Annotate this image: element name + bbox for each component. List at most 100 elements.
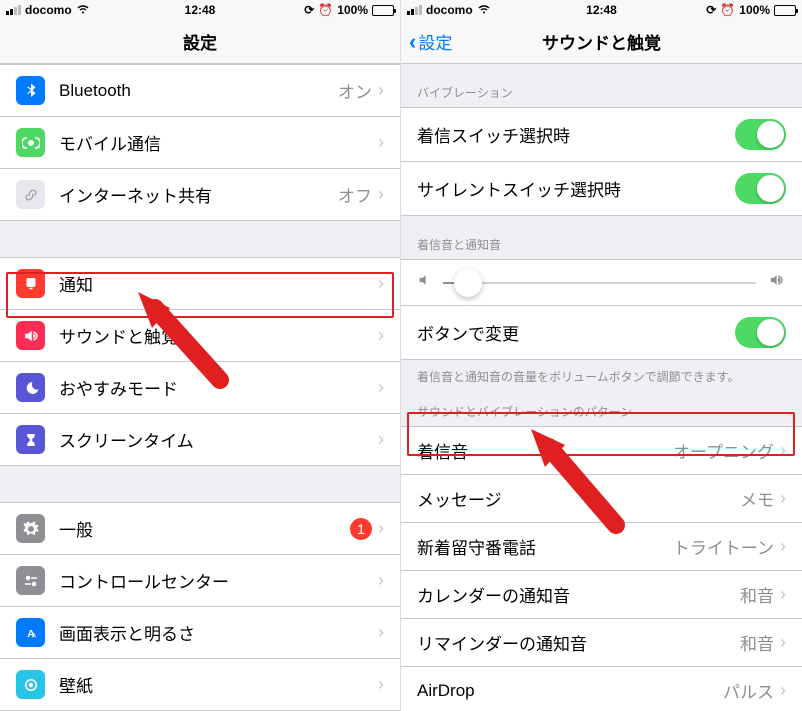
cell-label: モバイル通信 bbox=[59, 130, 378, 155]
row-calendar[interactable]: カレンダーの通知音 和音 › bbox=[401, 571, 802, 619]
cell-label: Bluetooth bbox=[59, 81, 338, 101]
battery-icon bbox=[774, 5, 796, 16]
chevron-right-icon: › bbox=[378, 570, 384, 591]
time-label: 12:48 bbox=[185, 3, 216, 17]
chevron-right-icon: › bbox=[378, 518, 384, 539]
chevron-right-icon: › bbox=[780, 680, 786, 701]
chevron-right-icon: › bbox=[780, 440, 786, 461]
cell-label: カレンダーの通知音 bbox=[417, 582, 740, 607]
sounds-screen: docomo 12:48 ⟳ ⏰ 100% ‹ 設定 サウンドと触覚 バイブレー… bbox=[401, 0, 802, 711]
antenna-icon bbox=[16, 128, 45, 157]
wifi-icon bbox=[76, 3, 90, 17]
back-label: 設定 bbox=[418, 29, 452, 54]
cell-value: トライトーン bbox=[673, 534, 774, 559]
row-dnd[interactable]: おやすみモード › bbox=[0, 362, 400, 414]
sound-icon bbox=[16, 321, 45, 350]
back-button[interactable]: ‹ 設定 bbox=[409, 29, 452, 55]
section-volume: 着信音と通知音 bbox=[401, 216, 802, 259]
cell-label: 新着留守番電話 bbox=[417, 534, 673, 559]
row-message[interactable]: メッセージ メモ › bbox=[401, 475, 802, 523]
gear-icon bbox=[16, 514, 45, 543]
cell-label: コントロールセンター bbox=[59, 568, 378, 593]
chevron-right-icon: › bbox=[780, 536, 786, 557]
nav-bar: ‹ 設定 サウンドと触覚 bbox=[401, 20, 802, 64]
moon-icon bbox=[16, 373, 45, 402]
toggle-button-volume[interactable] bbox=[735, 317, 786, 348]
cell-value: 和音 bbox=[740, 582, 774, 607]
volume-slider-row bbox=[401, 259, 802, 306]
chevron-right-icon: › bbox=[378, 325, 384, 346]
volume-slider[interactable] bbox=[443, 282, 756, 284]
row-general[interactable]: 一般 1 › bbox=[0, 502, 400, 555]
cell-label: メッセージ bbox=[417, 486, 740, 511]
cell-label: インターネット共有 bbox=[59, 182, 338, 207]
row-screentime[interactable]: スクリーンタイム › bbox=[0, 414, 400, 466]
status-bar: docomo 12:48 ⟳ ⏰ 100% bbox=[0, 0, 400, 20]
cell-value: 和音 bbox=[740, 630, 774, 655]
rotation-lock-icon: ⟳ bbox=[304, 3, 314, 17]
chevron-right-icon: › bbox=[378, 429, 384, 450]
alarm-icon: ⏰ bbox=[318, 3, 333, 17]
battery-icon bbox=[372, 5, 394, 16]
cell-label: スクリーンタイム bbox=[59, 427, 378, 452]
cell-label: 着信音 bbox=[417, 438, 673, 463]
row-sounds[interactable]: サウンドと触覚 › bbox=[0, 310, 400, 362]
hourglass-icon bbox=[16, 425, 45, 454]
toggle-silent-vibrate[interactable] bbox=[735, 173, 786, 204]
chevron-right-icon: › bbox=[378, 273, 384, 294]
nav-bar: 設定 bbox=[0, 20, 400, 64]
chevron-left-icon: ‹ bbox=[409, 29, 416, 55]
cell-value: オン bbox=[338, 78, 372, 103]
row-voicemail[interactable]: 新着留守番電話 トライトーン › bbox=[401, 523, 802, 571]
row-reminders[interactable]: リマインダーの通知音 和音 › bbox=[401, 619, 802, 667]
cell-label: 着信スイッチ選択時 bbox=[417, 122, 735, 147]
battery-percent: 100% bbox=[739, 3, 770, 17]
carrier-label: docomo bbox=[25, 3, 72, 17]
row-control-center[interactable]: コントロールセンター › bbox=[0, 555, 400, 607]
notifications-icon bbox=[16, 269, 45, 298]
slider-thumb[interactable] bbox=[454, 269, 482, 297]
battery-percent: 100% bbox=[337, 3, 368, 17]
badge: 1 bbox=[350, 518, 372, 540]
row-wallpaper[interactable]: 壁紙 › bbox=[0, 659, 400, 711]
row-bluetooth[interactable]: Bluetooth オン › bbox=[0, 64, 400, 117]
cell-label: 一般 bbox=[59, 516, 350, 541]
link-icon bbox=[16, 180, 45, 209]
cell-value: メモ bbox=[740, 486, 774, 511]
cell-label: 通知 bbox=[59, 271, 378, 296]
bluetooth-icon bbox=[16, 76, 45, 105]
toggle-ring-vibrate[interactable] bbox=[735, 119, 786, 150]
chevron-right-icon: › bbox=[378, 132, 384, 153]
rotation-lock-icon: ⟳ bbox=[706, 3, 716, 17]
row-cellular[interactable]: モバイル通信 › bbox=[0, 117, 400, 169]
svg-text:A: A bbox=[31, 632, 36, 639]
row-hotspot[interactable]: インターネット共有 オフ › bbox=[0, 169, 400, 221]
chevron-right-icon: › bbox=[780, 488, 786, 509]
wallpaper-icon bbox=[16, 670, 45, 699]
alarm-icon: ⏰ bbox=[720, 3, 735, 17]
chevron-right-icon: › bbox=[378, 622, 384, 643]
row-ring-switch[interactable]: 着信スイッチ選択時 bbox=[401, 107, 802, 162]
cell-value: パルス bbox=[723, 678, 774, 703]
section-patterns: サウンドとバイブレーションのパターン bbox=[401, 393, 802, 426]
cell-label: リマインダーの通知音 bbox=[417, 630, 740, 655]
chevron-right-icon: › bbox=[780, 632, 786, 653]
cell-label: サウンドと触覚 bbox=[59, 323, 378, 348]
row-notifications[interactable]: 通知 › bbox=[0, 257, 400, 310]
row-button-change[interactable]: ボタンで変更 bbox=[401, 306, 802, 360]
cell-label: 壁紙 bbox=[59, 672, 378, 697]
chevron-right-icon: › bbox=[378, 184, 384, 205]
wifi-icon bbox=[477, 3, 491, 17]
cell-value: オフ bbox=[338, 182, 372, 207]
row-silent-switch[interactable]: サイレントスイッチ選択時 bbox=[401, 162, 802, 216]
row-display[interactable]: AA 画面表示と明るさ › bbox=[0, 607, 400, 659]
row-airdrop[interactable]: AirDrop パルス › bbox=[401, 667, 802, 711]
chevron-right-icon: › bbox=[780, 584, 786, 605]
row-ringtone[interactable]: 着信音 オープニング › bbox=[401, 426, 802, 475]
volume-low-icon bbox=[417, 272, 433, 293]
signal-icon bbox=[407, 5, 422, 15]
cell-label: 画面表示と明るさ bbox=[59, 620, 378, 645]
section-vibration: バイブレーション bbox=[401, 64, 802, 107]
time-label: 12:48 bbox=[586, 3, 617, 17]
status-bar: docomo 12:48 ⟳ ⏰ 100% bbox=[401, 0, 802, 20]
